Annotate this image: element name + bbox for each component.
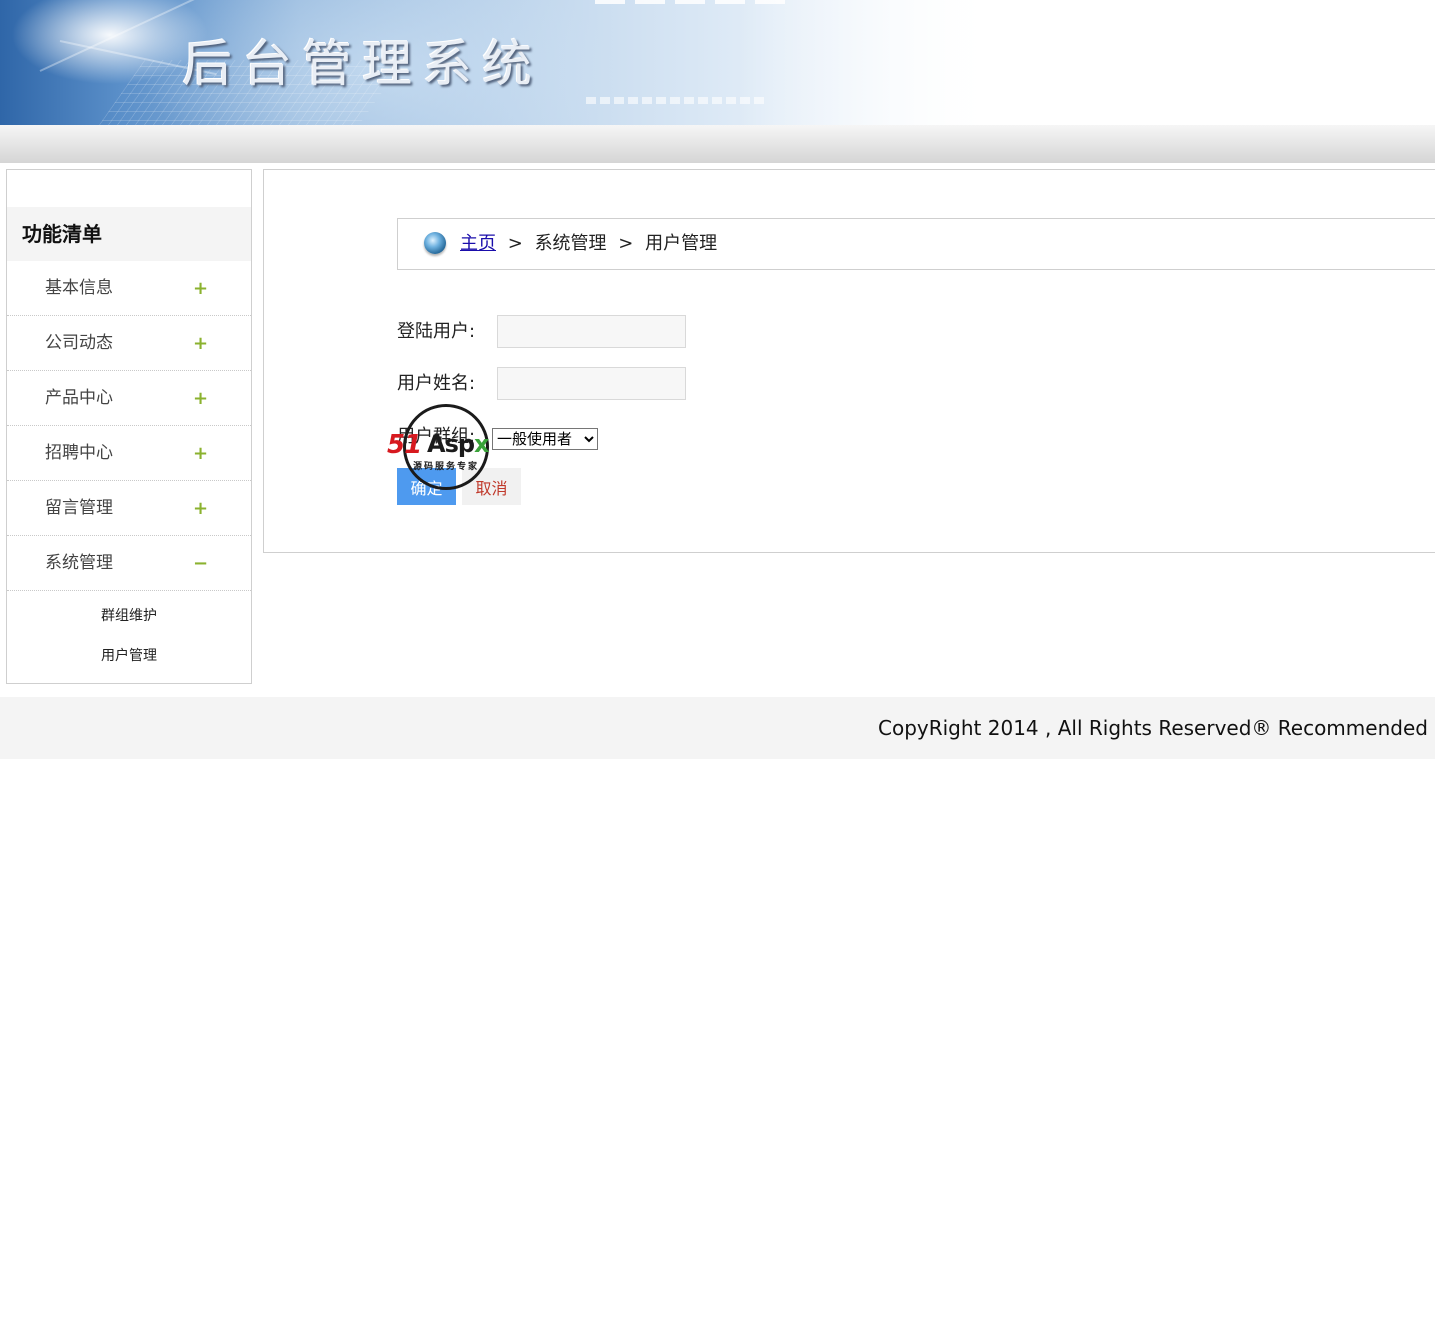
location-globe-icon xyxy=(424,232,446,254)
header-subbar xyxy=(0,125,1435,163)
collapse-icon[interactable]: − xyxy=(193,536,208,591)
sidebar-item-label: 产品中心 xyxy=(45,388,113,408)
sidebar-item-label: 招聘中心 xyxy=(45,443,113,463)
login-user-row: 登陆用户: xyxy=(397,315,697,349)
login-user-input[interactable] xyxy=(497,315,686,348)
breadcrumb: 主页 > 系统管理 > 用户管理 xyxy=(397,218,1435,270)
breadcrumb-current-page: 用户管理 xyxy=(645,233,718,254)
sidebar-subitem-user-management[interactable]: 用户管理 xyxy=(7,641,251,671)
expand-icon[interactable]: + xyxy=(193,371,208,426)
breadcrumb-path: 主页 > 系统管理 > 用户管理 xyxy=(460,219,717,269)
breadcrumb-separator: > xyxy=(618,233,634,254)
login-user-label: 登陆用户: xyxy=(397,321,476,342)
user-name-input[interactable] xyxy=(497,367,686,400)
sidebar-item-label: 留言管理 xyxy=(45,498,113,518)
main-panel: 主页 > 系统管理 > 用户管理 登陆用户: 用户姓名: 用户群组: 一般使用者… xyxy=(263,169,1435,553)
expand-icon[interactable]: + xyxy=(193,481,208,536)
sidebar-item-label: 公司动态 xyxy=(45,333,113,353)
cancel-button[interactable]: 取消 xyxy=(462,468,521,505)
footer-copyright: CopyRight 2014 , All Rights Reserved® Re… xyxy=(878,716,1435,740)
expand-icon[interactable]: + xyxy=(193,316,208,371)
sidebar-item-basic-info[interactable]: 基本信息 + xyxy=(7,261,251,316)
sidebar-item-messages[interactable]: 留言管理 + xyxy=(7,481,251,536)
user-name-label: 用户姓名: xyxy=(397,373,476,394)
user-group-row: 用户群组: 一般使用者 xyxy=(397,420,697,454)
sidebar-item-system[interactable]: 系统管理 − xyxy=(7,536,251,591)
sidebar: 功能清单 基本信息 + 公司动态 + 产品中心 + 招聘中心 + 留言管理 + … xyxy=(6,169,252,684)
sidebar-item-recruitment[interactable]: 招聘中心 + xyxy=(7,426,251,481)
user-group-select[interactable]: 一般使用者 xyxy=(492,428,598,450)
user-name-row: 用户姓名: xyxy=(397,367,697,401)
banner-top-decoration xyxy=(595,0,785,4)
user-group-label: 用户群组: xyxy=(397,426,476,447)
breadcrumb-separator: > xyxy=(507,233,523,254)
sidebar-heading: 功能清单 xyxy=(7,207,251,261)
breadcrumb-section: 系统管理 xyxy=(534,233,607,254)
expand-icon[interactable]: + xyxy=(193,426,208,481)
sidebar-item-company-news[interactable]: 公司动态 + xyxy=(7,316,251,371)
banner-fade xyxy=(740,0,1000,125)
site-title: 后台管理系统 xyxy=(182,35,542,93)
sidebar-item-label: 基本信息 xyxy=(45,278,113,298)
expand-icon[interactable]: + xyxy=(193,261,208,316)
confirm-button[interactable]: 确定 xyxy=(397,468,456,505)
sidebar-subitem-group-maintenance[interactable]: 群组维护 xyxy=(7,601,251,631)
footer: CopyRight 2014 , All Rights Reserved® Re… xyxy=(0,697,1435,759)
header-banner: 后台管理系统 xyxy=(0,0,1435,125)
sidebar-item-products[interactable]: 产品中心 + xyxy=(7,371,251,426)
banner-subtitle-decoration xyxy=(586,97,766,104)
breadcrumb-home-link[interactable]: 主页 xyxy=(460,233,496,254)
sidebar-item-label: 系统管理 xyxy=(45,553,113,573)
